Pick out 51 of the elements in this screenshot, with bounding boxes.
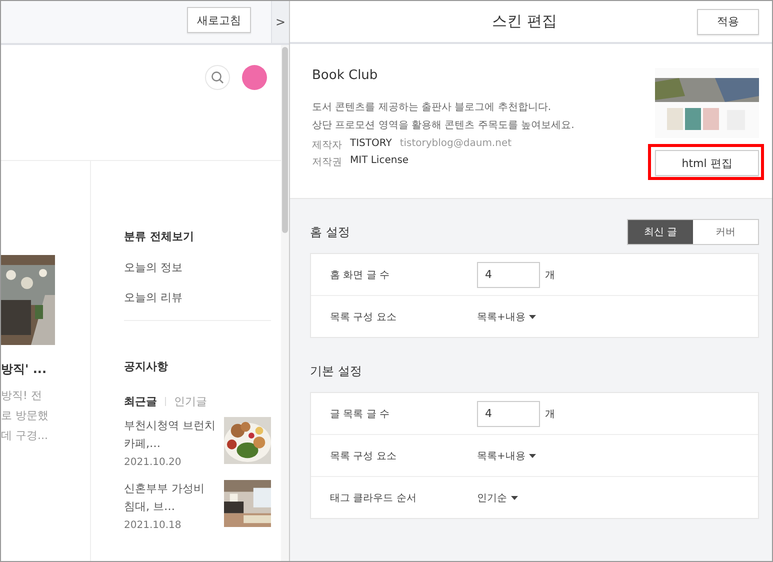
dropdown[interactable]: 인기순 [477,490,518,504]
post-excerpt: 데 구경... [1,428,49,444]
dropdown[interactable]: 목록+내용 [477,310,536,324]
meta-label: 제작자 [312,139,342,152]
post-date: 2021.10.18 [124,520,182,531]
category-heading[interactable]: 분류 전체보기 [124,229,271,244]
skin-name: Book Club [312,68,379,83]
apply-button[interactable]: 적용 [697,8,759,34]
meta-value: MIT License [350,155,409,168]
dropdown[interactable]: 목록+내용 [477,448,536,462]
html-edit-button[interactable]: html 편집 [655,150,759,176]
setting-label: 홈 화면 글 수 [330,268,391,282]
post-date: 2021.10.20 [124,457,182,468]
caret-icon [511,496,518,500]
refresh-button[interactable]: 새로고침 [187,7,251,33]
collapse-toggle[interactable]: > [271,1,289,43]
skin-description: 도서 콘텐츠를 제공하는 출판사 블로그에 추천합니다. [312,101,552,115]
skin-description: 상단 프로모션 영역을 활용해 콘텐츠 주목도를 높여보세요. [312,119,576,133]
meta-label: 저작권 [312,156,342,169]
search-button[interactable] [205,65,230,90]
notice-heading[interactable]: 공지사항 [124,359,271,374]
setting-label: 글 목록 글 수 [330,408,391,420]
caret-icon [529,454,536,458]
meta-value: TISTORY [350,138,392,151]
recent-post-title[interactable]: 침대, 브… [124,498,204,516]
setting-label: 태그 클라우드 순서 [330,492,418,504]
avatar[interactable] [242,65,267,90]
category-link[interactable]: 오늘의 정보 [124,260,271,275]
setting-label: 목록 구성 요소 [330,450,398,462]
number-field[interactable]: 4 [477,262,540,288]
scrollbar-thumb[interactable] [282,47,288,233]
recent-post-title[interactable]: 부천시청역 브런치 [124,417,216,435]
unit-label: 개 [545,408,555,420]
mode-tab[interactable]: 최신 글 [628,220,693,244]
section-title: 기본 설정 [310,362,362,380]
caret-icon [529,314,536,318]
search-icon [211,71,224,84]
mode-tab[interactable]: 커버 [693,220,758,244]
meta-email: tistoryblog@daum.net [400,138,512,151]
recent-post-title[interactable]: 신혼부부 가성비 [124,480,204,498]
unit-label: 개 [545,268,555,282]
post-excerpt: 방직! 전 [1,388,43,404]
setting-label: 목록 구성 요소 [330,310,398,324]
section-title: 홈 설정 [310,224,350,240]
post-tab[interactable]: 최근글 [124,394,157,409]
number-field[interactable]: 4 [477,400,540,426]
category-link[interactable]: 오늘의 리뷰 [124,290,271,305]
panel-title: 스킨 편집 [491,12,558,31]
post-title[interactable]: 방직' ... [1,361,90,378]
recent-post-title[interactable]: 카페,… [124,435,216,453]
post-excerpt: 로 방문했 [1,408,50,424]
